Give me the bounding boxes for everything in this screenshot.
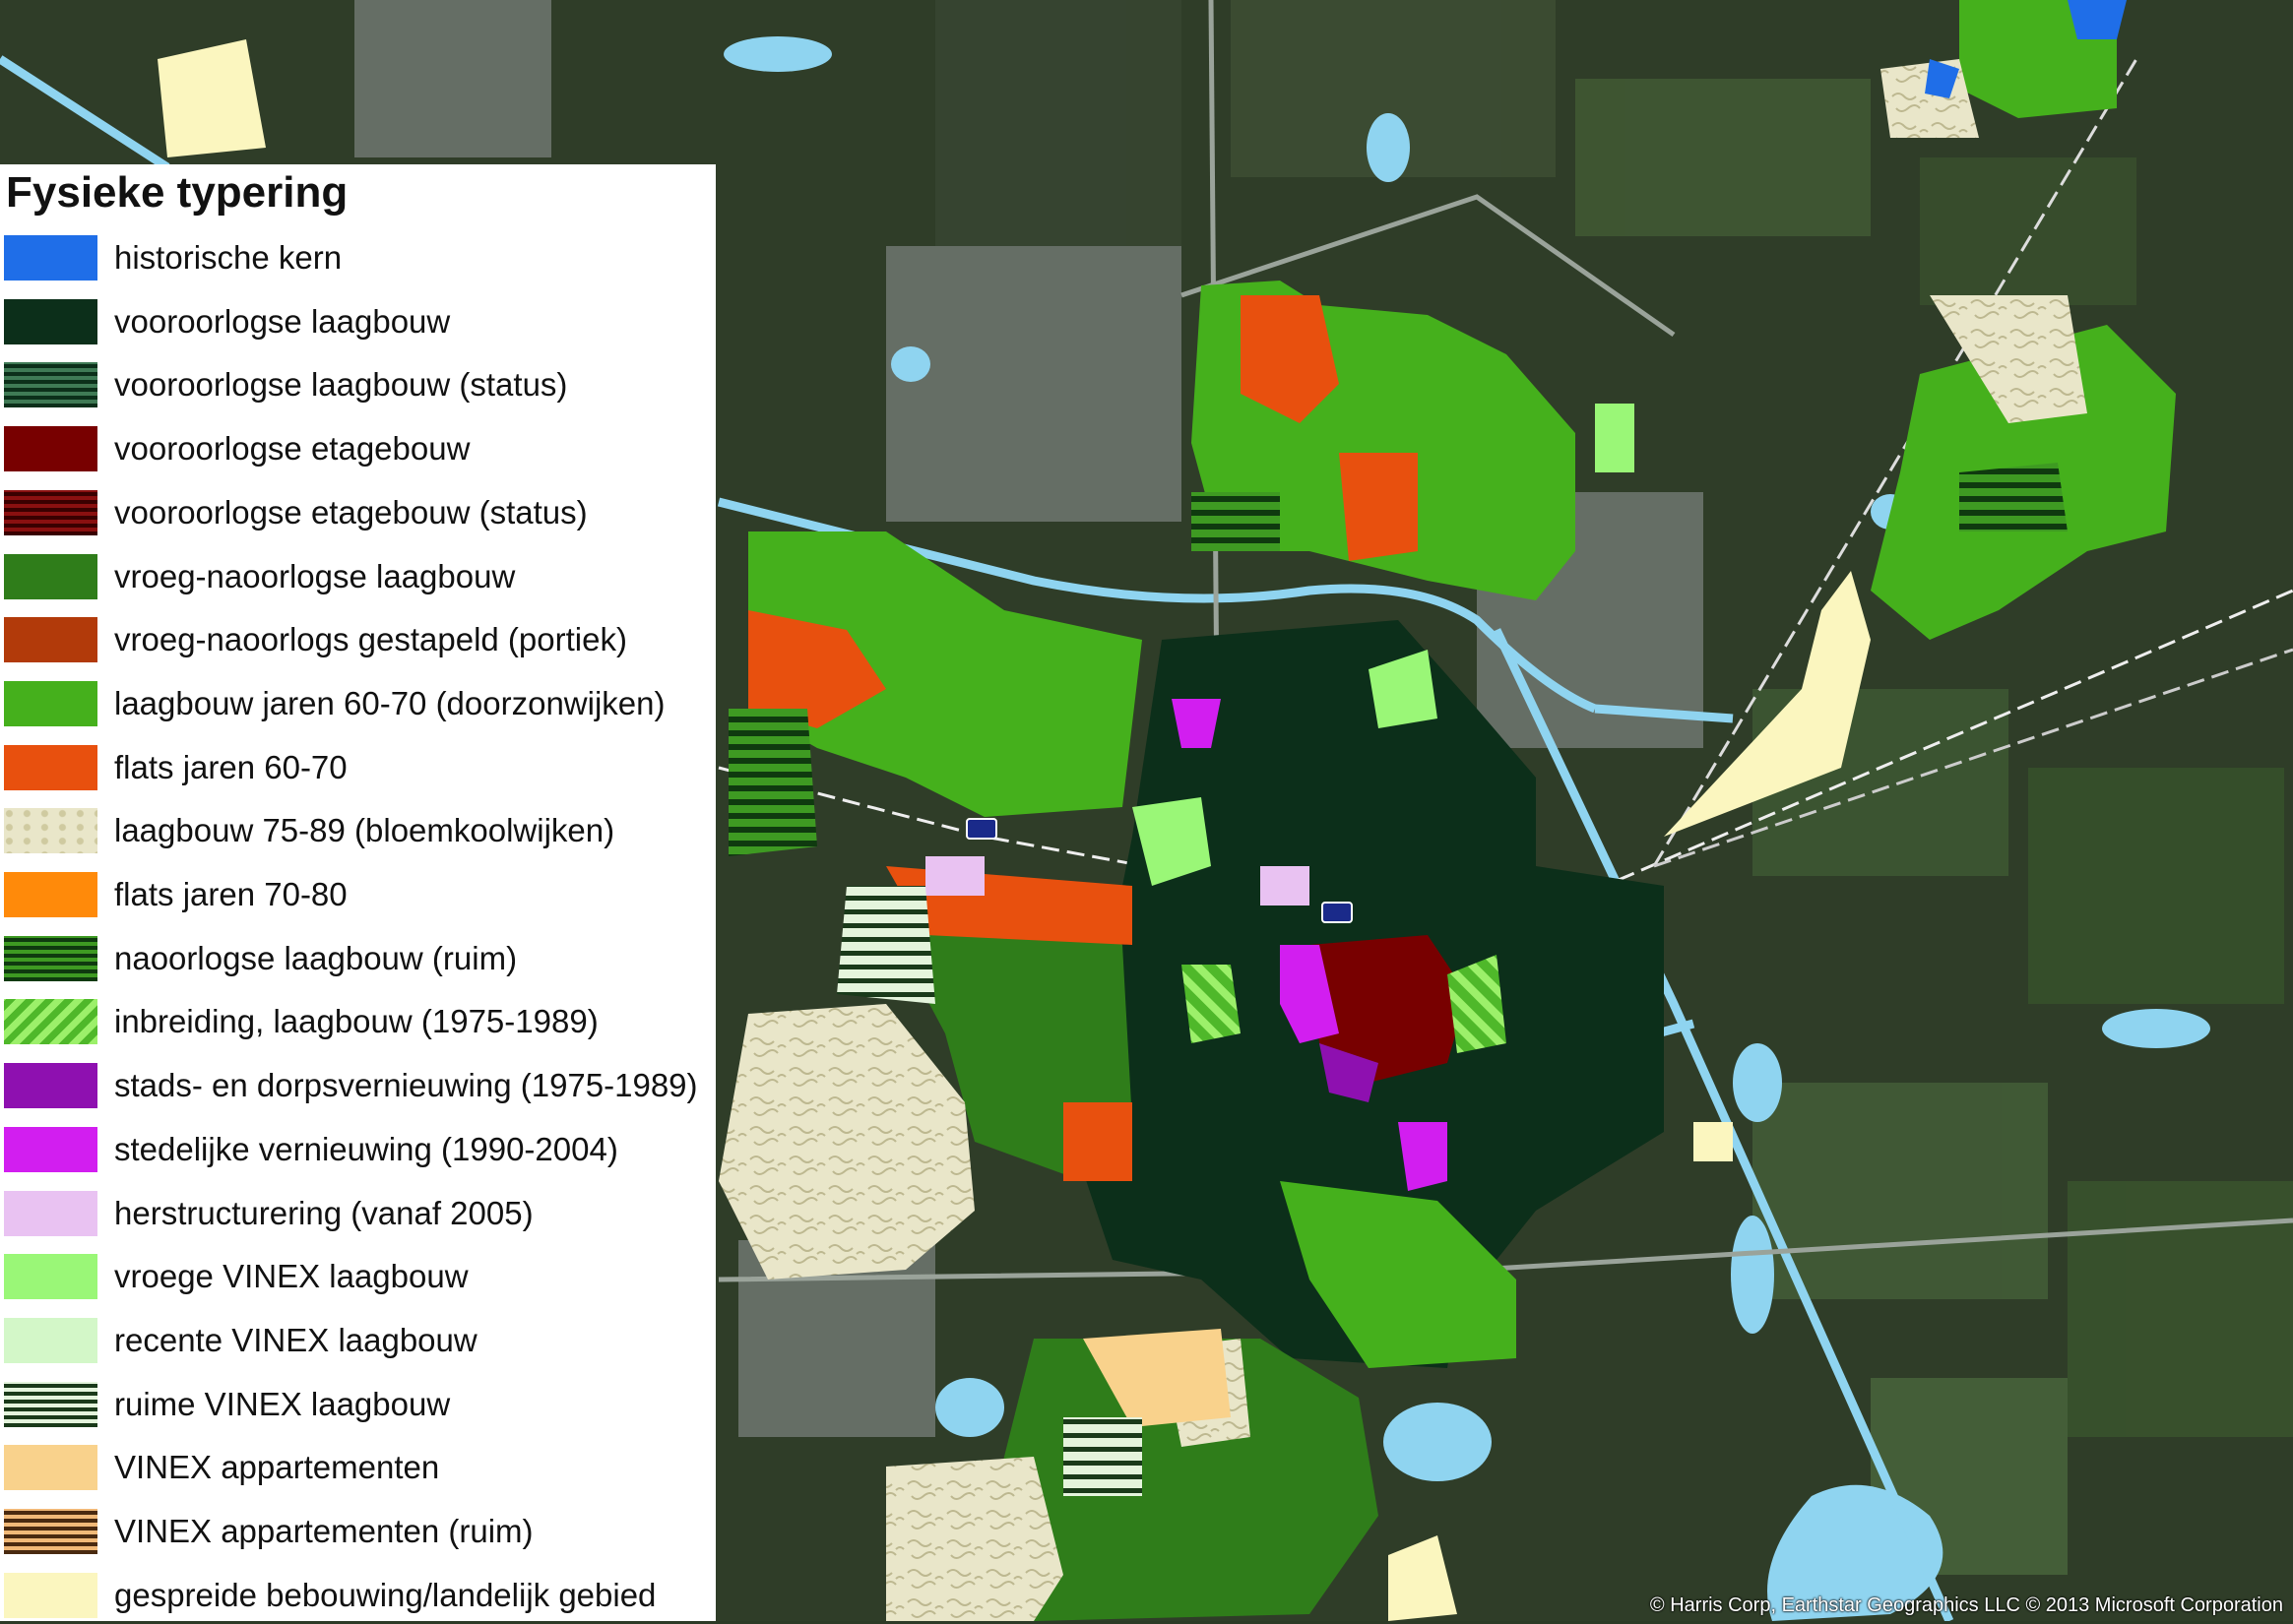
vooroorlogse-laagbouw-icon (4, 298, 97, 344)
flats-70-80-icon (4, 872, 97, 917)
laagbouw-75-89-icon (4, 808, 97, 854)
stads-dorpsvernieuwing-icon (4, 1063, 97, 1109)
legend-item: vooroorlogse laagbouw (0, 287, 716, 351)
legend-item: stads- en dorpsvernieuwing (1975-1989) (0, 1051, 716, 1115)
legend-item-label: VINEX appartementen (114, 1449, 440, 1486)
legend-item-label: inbreiding, laagbouw (1975-1989) (114, 1003, 599, 1040)
legend-item: herstructurering (vanaf 2005) (0, 1179, 716, 1243)
legend-item-label: laagbouw jaren 60-70 (doorzonwijken) (114, 684, 666, 721)
train-station-icon-west (966, 818, 997, 840)
legend-item-label: herstructurering (vanaf 2005) (114, 1194, 534, 1231)
legend-item-label: vooroorlogse laagbouw (status) (114, 366, 568, 404)
legend-item: vooroorlogse etagebouw (status) (0, 478, 716, 542)
legend-item: flats jaren 60-70 (0, 733, 716, 797)
legend-item: VINEX appartementen (0, 1433, 716, 1497)
vinex-appartementen-ruim-icon (4, 1509, 97, 1554)
legend-item: ruime VINEX laagbouw (0, 1370, 716, 1434)
legend-item: vooroorlogse etagebouw (0, 414, 716, 478)
map-credits: © Harris Corp, Earthstar Geographics LLC… (1649, 1594, 2283, 1616)
legend-item-label: laagbouw 75-89 (bloemkoolwijken) (114, 812, 615, 849)
legend-item: stedelijke vernieuwing (1990-2004) (0, 1115, 716, 1179)
vroeg-naoorlogs-gestapeld-icon (4, 617, 97, 663)
legend-item-label: recente VINEX laagbouw (114, 1321, 478, 1358)
vooroorlogse-etagebouw-icon (4, 426, 97, 472)
laagbouw-60-70-icon (4, 680, 97, 726)
legend-item-label: ruime VINEX laagbouw (114, 1385, 451, 1422)
train-station-icon-central (1321, 902, 1353, 923)
legend-item: laagbouw jaren 60-70 (doorzonwijken) (0, 669, 716, 733)
historische-kern-icon (4, 235, 97, 281)
vinex-appartementen-icon (4, 1445, 97, 1491)
legend-item-label: vroeg-naoorlogse laagbouw (114, 557, 516, 594)
legend-item: naoorlogse laagbouw (ruim) (0, 924, 716, 988)
legend-item: vroeg-naoorlogse laagbouw (0, 542, 716, 606)
legend-item: inbreiding, laagbouw (1975-1989) (0, 987, 716, 1051)
legend-item-label: vroege VINEX laagbouw (114, 1258, 469, 1295)
recente-vinex-laagbouw-icon (4, 1317, 97, 1363)
legend-item: vroege VINEX laagbouw (0, 1242, 716, 1306)
legend-item: recente VINEX laagbouw (0, 1306, 716, 1370)
legend-item: vroeg-naoorlogs gestapeld (portiek) (0, 605, 716, 669)
vooroorlogse-etagebouw-status-icon (4, 489, 97, 535)
legend-panel: Fysieke typering historische kern vooroor… (0, 164, 716, 1621)
legend-item: flats jaren 70-80 (0, 860, 716, 924)
inbreiding-laagbouw-icon (4, 999, 97, 1045)
legend-item: vooroorlogse laagbouw (status) (0, 350, 716, 414)
legend-item-label: stedelijke vernieuwing (1990-2004) (114, 1130, 618, 1167)
ruime-vinex-laagbouw-icon (4, 1381, 97, 1427)
legend-item-label: vooroorlogse etagebouw (status) (114, 493, 588, 531)
vroege-vinex-laagbouw-icon (4, 1254, 97, 1300)
legend-item-label: stads- en dorpsvernieuwing (1975-1989) (114, 1067, 698, 1104)
flats-60-70-icon (4, 744, 97, 790)
naoorlogse-laagbouw-ruim-icon (4, 935, 97, 981)
legend-item: historische kern (0, 223, 716, 287)
stedelijke-vernieuwing-icon (4, 1126, 97, 1172)
herstructurering-icon (4, 1190, 97, 1236)
legend-item-label: flats jaren 70-80 (114, 876, 348, 912)
vroeg-naoorlogse-laagbouw-icon (4, 553, 97, 599)
gespreide-bebouwing-icon (4, 1572, 97, 1618)
legend-item-label: VINEX appartementen (ruim) (114, 1513, 534, 1549)
legend-item-label: vooroorlogse laagbouw (114, 302, 451, 340)
legend-item-label: gespreide bebouwing/landelijk gebied (114, 1576, 657, 1613)
legend-title: Fysieke typering (6, 168, 349, 217)
legend-item-label: flats jaren 60-70 (114, 748, 348, 785)
legend-item: VINEX appartementen (ruim) (0, 1497, 716, 1561)
legend-item: laagbouw 75-89 (bloemkoolwijken) (0, 796, 716, 860)
legend-item: gespreide bebouwing/landelijk gebied (0, 1561, 716, 1624)
legend-item-label: naoorlogse laagbouw (ruim) (114, 939, 518, 976)
legend-item-label: vroeg-naoorlogs gestapeld (portiek) (114, 621, 627, 658)
legend-item-label: vooroorlogse etagebouw (114, 430, 471, 468)
vooroorlogse-laagbouw-status-icon (4, 362, 97, 408)
legend-item-label: historische kern (114, 239, 343, 276)
